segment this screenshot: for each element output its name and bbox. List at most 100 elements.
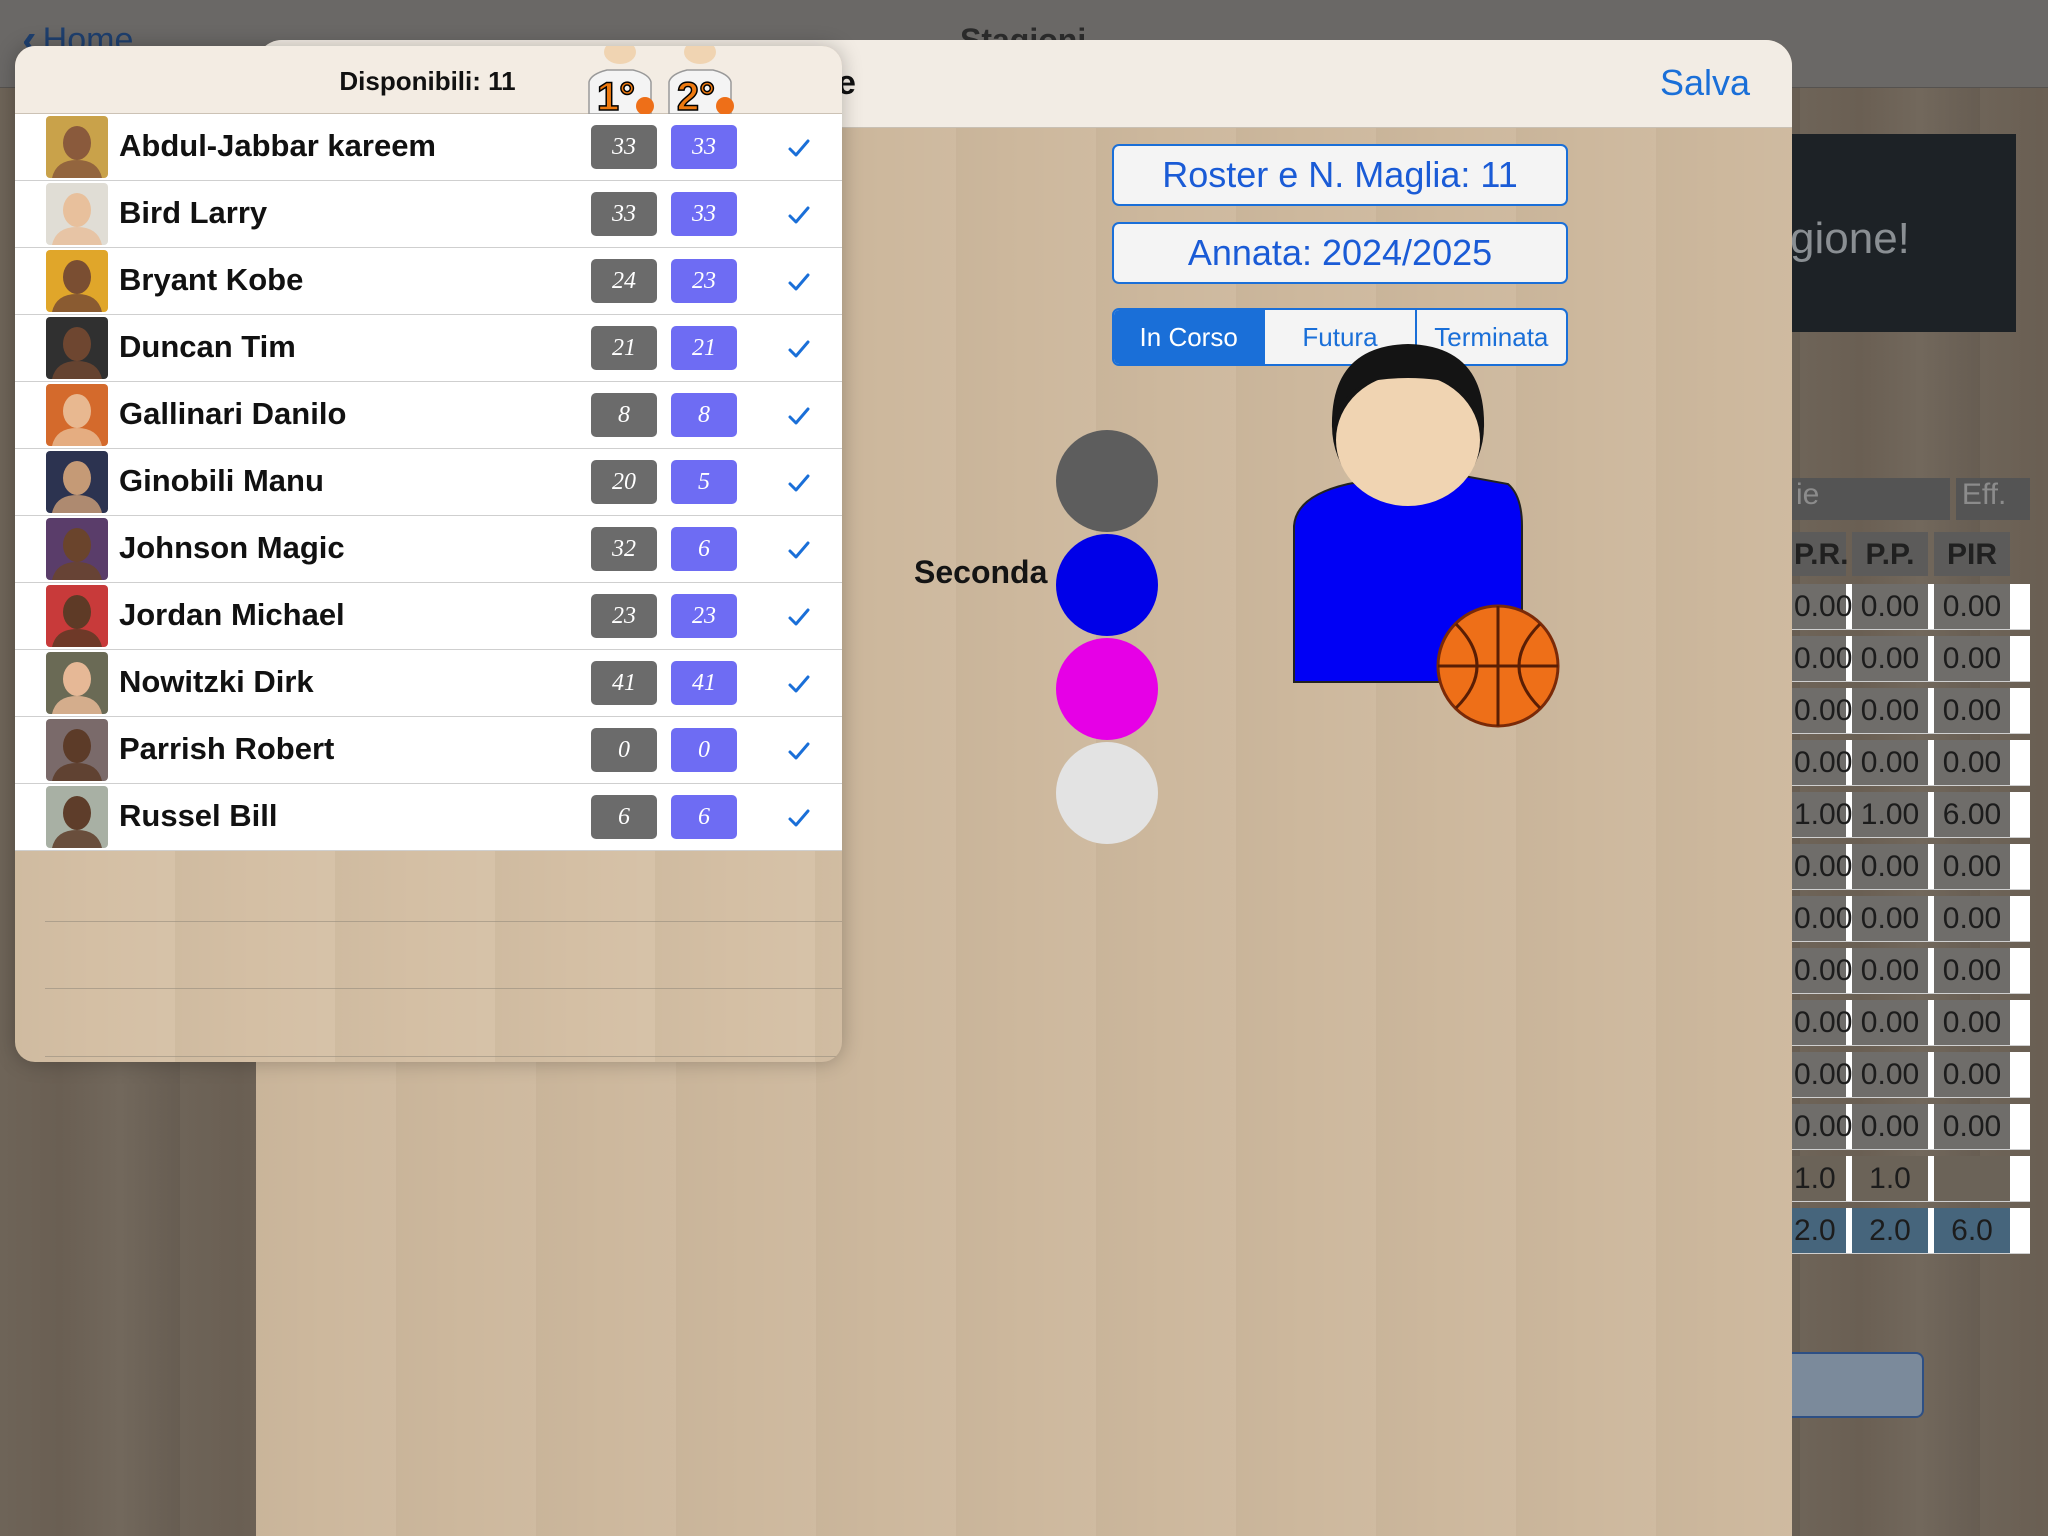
table-cell: 2.0	[1790, 1208, 1846, 1253]
table-cell: 0.00	[1934, 1000, 2010, 1045]
second-jersey-number[interactable]: 6	[671, 527, 737, 571]
season-field[interactable]: Annata: 2024/2025	[1112, 222, 1568, 284]
second-jersey-number[interactable]: 23	[671, 594, 737, 638]
player-row[interactable]: Ginobili Manu 20 5	[15, 449, 842, 516]
first-jersey-number[interactable]: 20	[591, 460, 657, 504]
checkmark-icon	[788, 474, 810, 492]
player-row[interactable]: Bird Larry 33 33	[15, 181, 842, 248]
table-cell: 0.00	[1852, 1052, 1928, 1097]
table-cell: 0.00	[1852, 948, 1928, 993]
table-cell: 0.00	[1852, 844, 1928, 889]
player-row[interactable]: Parrish Robert 0 0	[15, 717, 842, 784]
first-jersey-column-icon: 1°	[588, 46, 654, 114]
table-cell	[1934, 1156, 2010, 1201]
player-row[interactable]: Gallinari Danilo 8 8	[15, 382, 842, 449]
second-jersey-label: 2°	[677, 75, 715, 114]
table-row: 0.00 0.00 0.00	[1790, 896, 2030, 942]
table-cell: 6.00	[1934, 792, 2010, 837]
first-jersey-label: 1°	[597, 75, 635, 114]
player-name: Russel Bill	[119, 798, 278, 833]
player-row[interactable]: Duncan Tim 21 21	[15, 315, 842, 382]
table-cell: 0.00	[1934, 948, 2010, 993]
table-cell: 1.00	[1852, 792, 1928, 837]
table-row: 0.00 0.00 0.00	[1790, 688, 2030, 734]
player-row[interactable]: Nowitzki Dirk 41 41	[15, 650, 842, 717]
table-cell: 0.00	[1790, 636, 1852, 681]
popover-header: Disponibili: 11 1° 2°	[15, 46, 842, 114]
player-name: Bryant Kobe	[119, 262, 304, 297]
roster-field[interactable]: Roster e N. Maglia: 11	[1112, 144, 1568, 206]
first-jersey-number[interactable]: 24	[591, 259, 657, 303]
table-cell: 0.00	[1790, 688, 1852, 733]
table-row: 0.00 0.00 0.00	[1790, 636, 2030, 682]
player-photo	[46, 719, 108, 781]
first-jersey-number[interactable]: 41	[591, 661, 657, 705]
player-photo	[46, 786, 108, 848]
player-row[interactable]: Russel Bill 6 6	[15, 784, 842, 851]
first-jersey-number[interactable]: 0	[591, 728, 657, 772]
background-input[interactable]	[1790, 1352, 1924, 1418]
table-cell: 0.00	[1790, 584, 1852, 629]
table-cell: 0.00	[1934, 844, 2010, 889]
first-jersey-number[interactable]: 8	[591, 393, 657, 437]
second-jersey-number[interactable]: 23	[671, 259, 737, 303]
first-jersey-number[interactable]: 33	[591, 125, 657, 169]
banner-text: gione!	[1790, 214, 1910, 263]
table-cell: 0.00	[1852, 636, 1928, 681]
table-row: 0.00 0.00 0.00	[1790, 584, 2030, 630]
first-jersey-number[interactable]: 6	[591, 795, 657, 839]
table-cell: 0.00	[1790, 740, 1852, 785]
player-name: Ginobili Manu	[119, 463, 324, 498]
checkmark-icon	[788, 809, 810, 827]
empty-row-separator	[45, 1056, 842, 1057]
player-name: Johnson Magic	[119, 530, 345, 565]
checkmark-icon	[788, 608, 810, 626]
first-jersey-number[interactable]: 32	[591, 527, 657, 571]
player-photo	[46, 384, 108, 446]
table-group-header: ie	[1790, 478, 1950, 520]
player-list: Abdul-Jabbar kareem 33 33 Bird Larry 33 33 Bry…	[15, 114, 842, 851]
second-jersey-number[interactable]: 21	[671, 326, 737, 370]
table-column-header: PIR	[1934, 532, 2010, 576]
table-row: 0.00 0.00 0.00	[1790, 948, 2030, 994]
table-cell: 0.00	[1790, 948, 1852, 993]
player-photo	[46, 183, 108, 245]
checkmark-icon	[788, 139, 810, 157]
table-cell: 1.0	[1790, 1156, 1846, 1201]
color-swatch-magenta[interactable]	[1056, 638, 1158, 740]
table-row: 0.00 0.00 0.00	[1790, 1052, 2030, 1098]
player-row[interactable]: Jordan Michael 23 23	[15, 583, 842, 650]
second-jersey-number[interactable]: 5	[671, 460, 737, 504]
player-photo	[46, 116, 108, 178]
table-cell: 0.00	[1790, 1052, 1852, 1097]
player-row[interactable]: Johnson Magic 32 6	[15, 516, 842, 583]
first-jersey-number[interactable]: 21	[591, 326, 657, 370]
first-jersey-number[interactable]: 23	[591, 594, 657, 638]
checkmark-icon	[788, 273, 810, 291]
table-cell: 0.00	[1934, 688, 2010, 733]
save-button[interactable]: Salva	[1660, 62, 1750, 104]
table-row: 1.0 1.0	[1790, 1156, 2030, 1202]
segment-in-corso[interactable]: In Corso	[1114, 310, 1266, 364]
table-cell: 0.00	[1852, 896, 1928, 941]
player-name: Duncan Tim	[119, 329, 296, 364]
table-cell: 0.00	[1852, 584, 1928, 629]
table-cell: 0.00	[1790, 1000, 1852, 1045]
second-jersey-number[interactable]: 8	[671, 393, 737, 437]
second-jersey-number[interactable]: 33	[671, 125, 737, 169]
second-jersey-number[interactable]: 33	[671, 192, 737, 236]
second-jersey-number[interactable]: 41	[671, 661, 737, 705]
color-swatch-gray[interactable]	[1056, 430, 1158, 532]
second-jersey-number[interactable]: 6	[671, 795, 737, 839]
color-swatch-blue[interactable]	[1056, 534, 1158, 636]
color-swatch-white[interactable]	[1056, 742, 1158, 844]
first-jersey-number[interactable]: 33	[591, 192, 657, 236]
table-cell: 6.0	[1934, 1208, 2010, 1253]
checkmark-icon	[788, 742, 810, 760]
player-photo	[46, 451, 108, 513]
player-row[interactable]: Bryant Kobe 24 23	[15, 248, 842, 315]
second-jersey-number[interactable]: 0	[671, 728, 737, 772]
table-cell: 0.00	[1934, 1104, 2010, 1149]
table-cell: 0.00	[1934, 896, 2010, 941]
player-row[interactable]: Abdul-Jabbar kareem 33 33	[15, 114, 842, 181]
